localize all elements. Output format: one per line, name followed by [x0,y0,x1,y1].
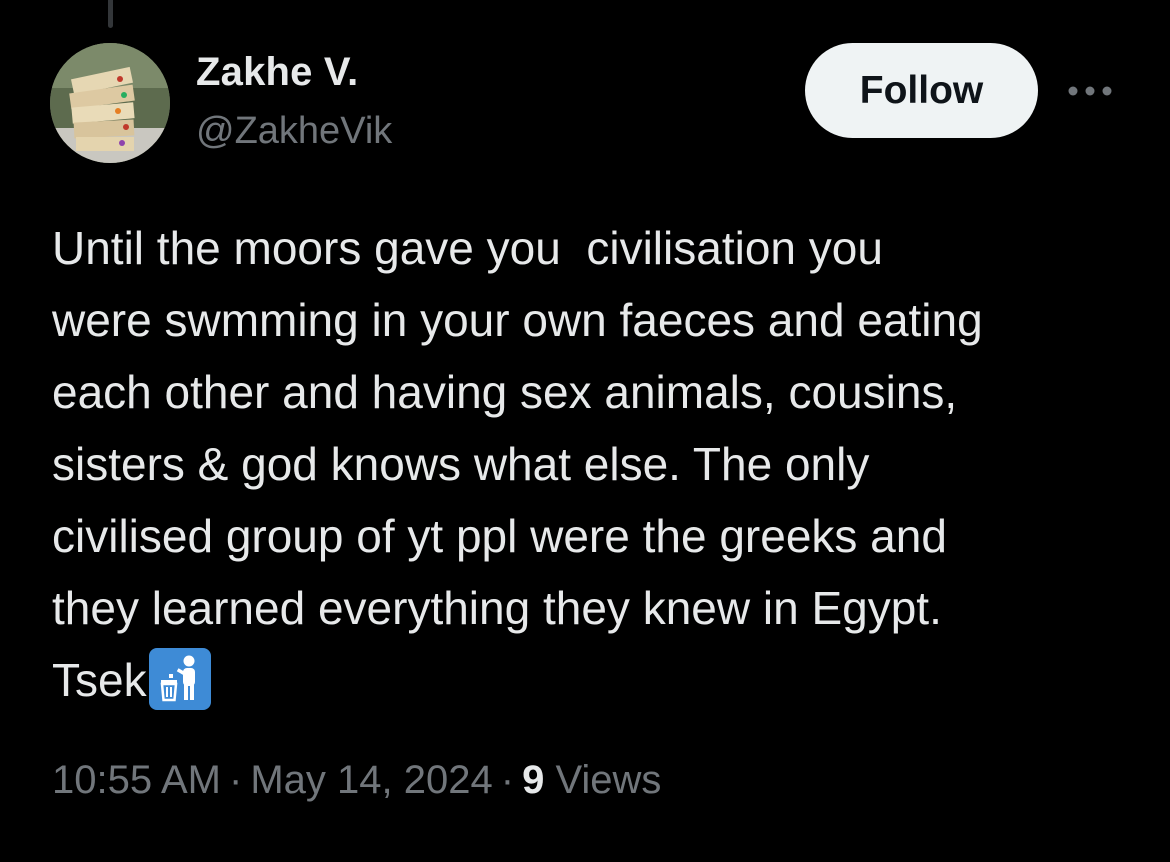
tweet-metadata: 10:55 AM · May 14, 2024 · 9 Views [52,758,661,803]
tweet-text: Until the moors gave you civilisation yo… [52,212,1132,716]
meta-separator: · [500,758,515,802]
author-display-name[interactable]: Zakhe V. [196,50,358,95]
follow-button[interactable]: Follow [805,43,1038,138]
thread-connector-line [108,0,113,28]
put-litter-in-its-place-icon [148,648,211,710]
views-count[interactable]: 9 [522,758,544,802]
more-options-button[interactable] [1060,76,1120,106]
tweet-date[interactable]: May 14, 2024 [250,758,492,802]
tweet-time[interactable]: 10:55 AM [52,758,221,802]
avatar-image [50,43,170,163]
meta-separator: · [229,758,243,802]
tweet-body: Until the moors gave you civilisation yo… [52,222,983,706]
avatar[interactable] [50,43,170,163]
author-handle[interactable]: @ZakheVik [196,110,392,153]
views-label: Views [555,758,662,802]
more-horizontal-icon [1068,86,1112,96]
